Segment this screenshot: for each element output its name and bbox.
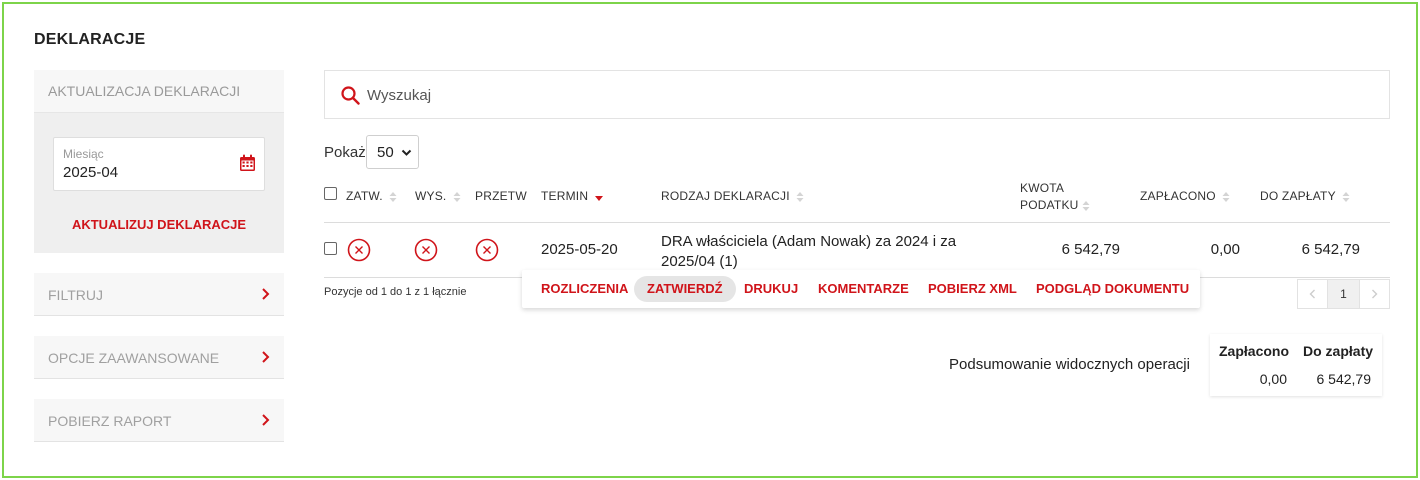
action-print[interactable]: DRUKUJ xyxy=(744,276,798,302)
column-header-declaration-type[interactable]: RODZAJ DEKLARACJI xyxy=(661,189,804,203)
not-sent-icon[interactable] xyxy=(414,238,438,262)
sidebar-item-label: FILTRUJ xyxy=(48,287,103,303)
chevron-right-icon xyxy=(262,414,270,426)
column-header-deadline[interactable]: TERMIN xyxy=(541,189,603,203)
sidebar-item-download-report[interactable]: POBIERZ RAPORT xyxy=(34,399,284,442)
sort-icon xyxy=(1342,191,1350,202)
table-header-divider xyxy=(324,222,1390,223)
sort-icon xyxy=(453,191,461,202)
column-header-to-pay[interactable]: DO ZAPŁATY xyxy=(1260,189,1350,203)
sort-descending-icon xyxy=(594,195,603,201)
not-processed-icon[interactable] xyxy=(475,238,499,262)
sort-icon xyxy=(1222,191,1230,202)
summary-label: Podsumowanie widocznych operacji xyxy=(949,356,1190,373)
chevron-left-icon xyxy=(1309,289,1315,299)
column-header-label: TERMIN xyxy=(541,189,589,203)
column-header-label: WYS. xyxy=(415,189,447,203)
sidebar-item-label: POBIERZ RAPORT xyxy=(48,413,172,429)
action-approve[interactable]: ZATWIERDŹ xyxy=(634,276,736,302)
column-header-label: DO ZAPŁATY xyxy=(1260,189,1336,203)
not-approved-icon[interactable] xyxy=(347,238,371,262)
column-header-sent[interactable]: WYS. xyxy=(415,189,461,203)
update-panel-heading: AKTUALIZACJA DEKLARACJI xyxy=(34,70,284,113)
chevron-right-icon xyxy=(262,351,270,363)
row-checkbox[interactable] xyxy=(324,242,337,255)
summary-paid-value: 0,00 xyxy=(1259,371,1287,387)
month-field-label: Miesiąc xyxy=(63,147,104,161)
row-tax-amount: 6 542,79 xyxy=(1061,241,1120,258)
column-header-label: PRZETW xyxy=(475,189,527,203)
page-size-label: Pokaż xyxy=(324,144,366,161)
action-document-preview[interactable]: PODGLĄD DOKUMENTU xyxy=(1036,276,1189,302)
column-header-processed: PRZETW xyxy=(475,189,527,203)
chevron-right-icon xyxy=(262,288,270,300)
page-size-select[interactable]: 50 xyxy=(366,135,419,169)
select-all-checkbox[interactable] xyxy=(324,187,337,200)
sort-icon xyxy=(389,191,397,202)
pagination: 1 xyxy=(1297,279,1390,309)
chevron-right-icon xyxy=(1372,289,1378,299)
chevron-down-icon xyxy=(401,149,412,156)
action-download-xml[interactable]: POBIERZ XML xyxy=(928,276,1017,302)
row-deadline: 2025-05-20 xyxy=(541,241,618,258)
search-icon xyxy=(341,86,360,105)
sort-icon xyxy=(1082,200,1090,211)
pagination-next-button[interactable] xyxy=(1359,279,1390,309)
calendar-icon[interactable] xyxy=(239,154,256,172)
column-header-paid[interactable]: ZAPŁACONO xyxy=(1140,189,1230,203)
row-actions-menu: ROZLICZENIA ZATWIERDŹ DRUKUJ KOMENTARZE … xyxy=(522,270,1200,308)
column-header-label: ZAPŁACONO xyxy=(1140,189,1216,203)
column-header-label: PODATKU xyxy=(1020,198,1079,212)
search-input[interactable] xyxy=(367,83,1267,107)
summary-to-pay-value: 6 542,79 xyxy=(1316,371,1372,387)
action-comments[interactable]: KOMENTARZE xyxy=(818,276,909,302)
summary-box: Zapłacono Do zapłaty 0,00 6 542,79 xyxy=(1210,334,1382,396)
sidebar-item-advanced-options[interactable]: OPCJE ZAAWANSOWANE xyxy=(34,336,284,379)
row-declaration-type: DRA właściciela (Adam Nowak) za 2024 i z… xyxy=(661,233,957,270)
sidebar-item-label: OPCJE ZAAWANSOWANE xyxy=(48,350,220,366)
column-header-label: ZATW. xyxy=(346,189,383,203)
column-header-approved[interactable]: ZATW. xyxy=(346,189,397,203)
pagination-prev-button[interactable] xyxy=(1297,279,1328,309)
action-settlements[interactable]: ROZLICZENIA xyxy=(541,276,628,302)
column-header-label: KWOTA xyxy=(1020,181,1065,195)
update-declarations-panel: AKTUALIZACJA DEKLARACJI Miesiąc 2025-04 … xyxy=(34,70,284,253)
search-bar xyxy=(324,70,1390,119)
sort-icon xyxy=(796,191,804,202)
column-header-tax-amount[interactable]: KWOTA PODATKU xyxy=(1020,180,1090,214)
positions-info: Pozycje od 1 do 1 z 1 łącznie xyxy=(324,286,467,298)
row-to-pay: 6 542,79 xyxy=(1301,241,1360,258)
month-field-value[interactable]: 2025-04 xyxy=(63,164,118,181)
page-size-value: 50 xyxy=(377,144,394,161)
sidebar-item-filter[interactable]: FILTRUJ xyxy=(34,273,284,316)
month-field[interactable]: Miesiąc 2025-04 xyxy=(53,137,265,191)
update-declarations-button[interactable]: AKTUALIZUJ DEKLARACJE xyxy=(34,217,284,232)
summary-paid-header: Zapłacono xyxy=(1219,343,1290,359)
page-title: DEKLARACJE xyxy=(34,31,146,48)
summary-to-pay-header: Do zapłaty xyxy=(1303,343,1374,359)
row-paid: 0,00 xyxy=(1210,241,1240,258)
pagination-current-page[interactable]: 1 xyxy=(1328,279,1359,309)
column-header-label: RODZAJ DEKLARACJI xyxy=(661,189,790,203)
